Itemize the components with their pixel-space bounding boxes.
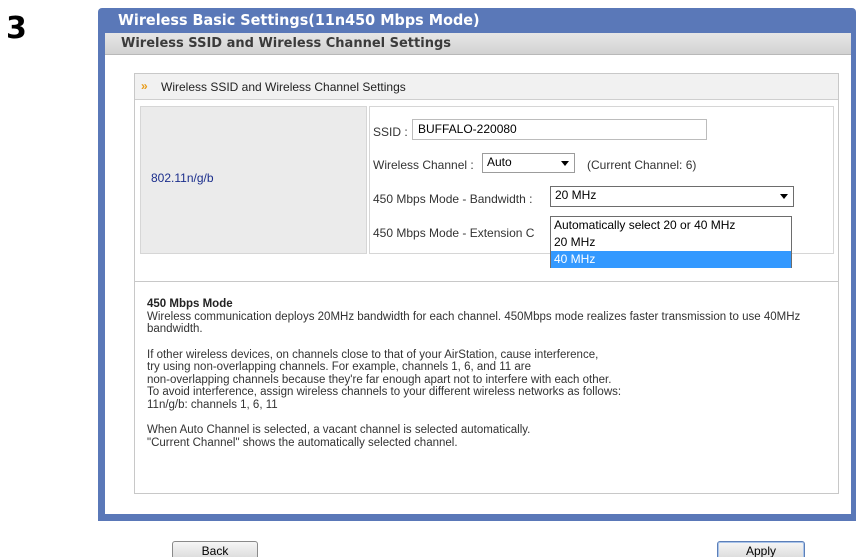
section-title: Wireless SSID and Wireless Channel Setti… [161,80,406,94]
ssid-label: SSID : [373,125,408,139]
bandwidth-select[interactable]: 20 MHz [550,186,794,207]
subtitle-bar: Wireless SSID and Wireless Channel Setti… [105,33,851,55]
back-button[interactable]: Back [172,541,258,557]
channel-select-value: Auto [487,155,512,169]
mode-cell: 802.11n/g/b [140,106,367,254]
help-line: try using non-overlapping channels. For … [147,361,531,373]
window-title: Wireless Basic Settings(11n450 Mbps Mode… [118,11,480,29]
apply-button[interactable]: Apply [717,541,805,557]
extension-channel-label: 450 Mbps Mode - Extension C [373,226,535,240]
wireless-mode-label: 802.11n/g/b [151,171,214,185]
double-arrow-icon: » [141,79,148,93]
chevron-down-icon [780,194,788,199]
help-heading: 450 Mbps Mode [147,298,233,310]
window-body: Wireless SSID and Wireless Channel Setti… [105,33,851,514]
bandwidth-select-value: 20 MHz [555,188,597,202]
step-number: 3 [6,11,27,46]
help-line: "Current Channel" shows the automaticall… [147,436,458,449]
section-header: » Wireless SSID and Wireless Channel Set… [135,74,838,100]
page-subtitle: Wireless SSID and Wireless Channel Setti… [121,36,451,51]
help-line: When Auto Channel is selected, a vacant … [147,424,531,436]
help-line: 11n/g/b: channels 1, 6, 11 [147,398,278,411]
bandwidth-option-20mhz[interactable]: 20 MHz [551,234,791,251]
help-description: 450 Mbps Mode Wireless communication dep… [134,281,839,494]
help-paragraph: Wireless communication deploys 20MHz ban… [147,310,801,336]
bandwidth-option-40mhz[interactable]: 40 MHz [551,251,791,268]
bandwidth-option-auto[interactable]: Automatically select 20 or 40 MHz [551,217,791,234]
bandwidth-options-list: Automatically select 20 or 40 MHz 20 MHz… [550,216,792,268]
help-line: If other wireless devices, on channels c… [147,348,599,361]
ssid-input[interactable]: BUFFALO-220080 [412,119,707,140]
help-line: non-overlapping channels because they're… [147,373,612,386]
channel-label: Wireless Channel : [373,158,474,172]
chevron-down-icon [561,161,569,166]
bandwidth-label: 450 Mbps Mode - Bandwidth : [373,192,533,206]
channel-select[interactable]: Auto [482,153,575,173]
current-channel-text: (Current Channel: 6) [587,158,697,172]
help-line: To avoid interference, assign wireless c… [147,386,622,398]
